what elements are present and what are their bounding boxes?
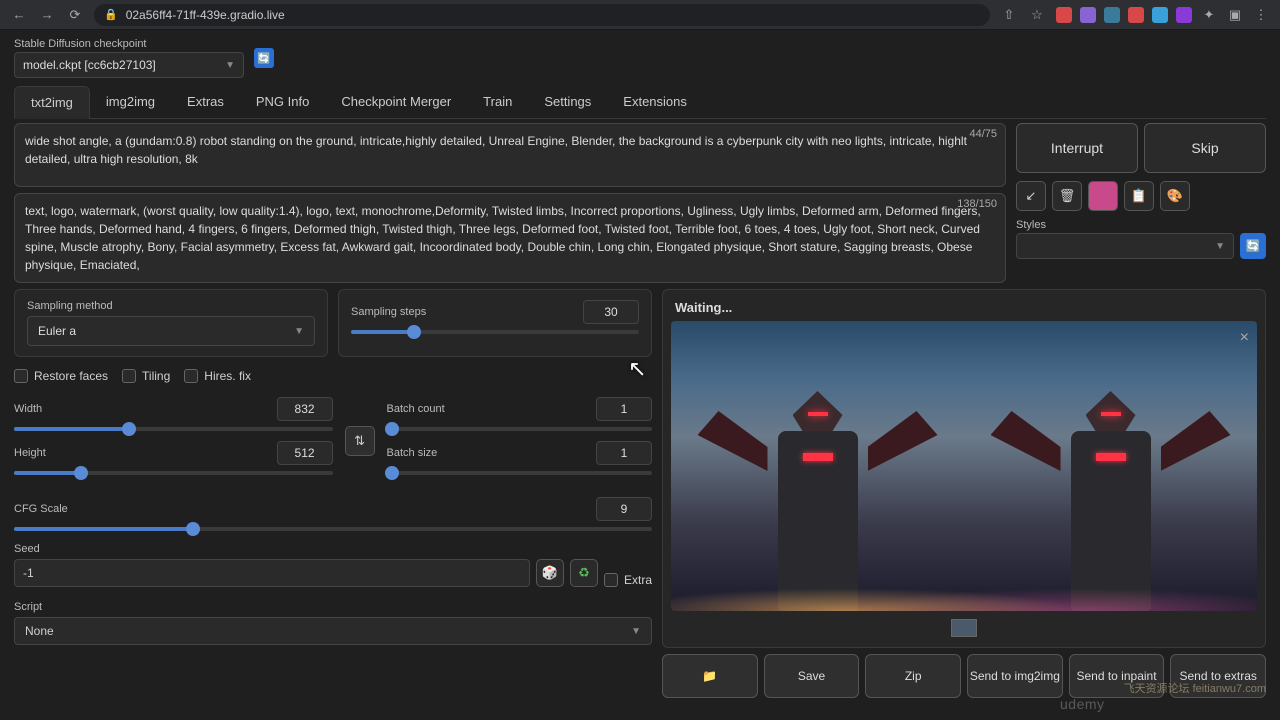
tab-extras[interactable]: Extras [171,86,240,118]
browser-chrome: ← → ⟳ 🔒 02a56ff4-71ff-439e.gradio.live ⇧… [0,0,1280,30]
tab-checkpoint-merger[interactable]: Checkpoint Merger [325,86,467,118]
back-button[interactable]: ← [10,6,28,24]
batch-count-slider[interactable] [387,427,652,431]
pink-icon-button[interactable] [1088,181,1118,211]
prompt-counter: 44/75 [969,128,997,140]
zip-button[interactable]: Zip [865,654,961,698]
reload-checkpoint-button[interactable]: 🔄 [254,48,274,68]
script-label: Script [14,601,652,613]
tab-extensions[interactable]: Extensions [607,86,703,118]
palette-icon-button[interactable]: 🎨 [1160,181,1190,211]
url-text: 02a56ff4-71ff-439e.gradio.live [126,8,285,22]
ext-icon[interactable] [1056,7,1072,23]
main-tabs: txt2img img2img Extras PNG Info Checkpoi… [14,86,1266,119]
interrupt-button[interactable]: Interrupt [1016,123,1138,173]
script-select[interactable]: None ▼ [14,617,652,645]
tab-img2img[interactable]: img2img [90,86,171,118]
tab-settings[interactable]: Settings [528,86,607,118]
star-icon[interactable]: ☆ [1028,6,1046,24]
width-slider[interactable] [14,427,333,431]
batch-count-value[interactable]: 1 [596,397,652,421]
sampling-method-select[interactable]: Euler a ▼ [27,316,315,346]
width-value[interactable]: 832 [277,397,333,421]
cfg-value[interactable]: 9 [596,497,652,521]
chevron-down-icon: ▼ [294,326,304,337]
batch-size-slider[interactable] [387,471,652,475]
share-icon[interactable]: ⇧ [1000,6,1018,24]
styles-label: Styles [1016,219,1234,231]
output-panel: Waiting... × [662,289,1266,648]
negative-text: text, logo, watermark, (worst quality, l… [25,202,995,274]
send-to-img2img-button[interactable]: Send to img2img [967,654,1063,698]
output-status: Waiting... [671,298,1257,321]
tab-txt2img[interactable]: txt2img [14,86,90,119]
seed-input[interactable]: -1 [14,559,530,587]
sampling-steps-label: Sampling steps [351,306,426,318]
checkpoint-select[interactable]: model.ckpt [cc6cb27103] ▼ [14,52,244,78]
sampling-steps-value[interactable]: 30 [583,300,639,324]
clipboard-icon-button[interactable]: 📋 [1124,181,1154,211]
close-icon[interactable]: × [1240,329,1249,347]
checkpoint-row: Stable Diffusion checkpoint model.ckpt [… [14,38,1266,78]
seed-extra-checkbox[interactable]: Extra [604,573,652,587]
cfg-slider[interactable] [14,527,652,531]
cfg-label: CFG Scale [14,503,68,515]
styles-refresh-button[interactable]: 🔄 [1240,233,1266,259]
menu-icon[interactable]: ⋮ [1252,6,1270,24]
ext-icon[interactable] [1152,7,1168,23]
lock-icon: 🔒 [104,8,118,21]
skip-button[interactable]: Skip [1144,123,1266,173]
chevron-down-icon: ▼ [1215,241,1225,252]
output-thumbnails [671,611,1257,639]
panel-icon[interactable]: ▣ [1226,6,1244,24]
styles-select[interactable]: ▼ [1016,233,1234,259]
hires-fix-checkbox[interactable]: Hires. fix [184,369,251,383]
checkpoint-label: Stable Diffusion checkpoint [14,38,244,50]
trash-icon-button[interactable]: 🗑 [1052,181,1082,211]
tiling-checkbox[interactable]: Tiling [122,369,170,383]
sampling-method-label: Sampling method [27,300,315,312]
ext-icon[interactable] [1104,7,1120,23]
sampling-steps-slider[interactable] [351,330,639,334]
tab-pnginfo[interactable]: PNG Info [240,86,325,118]
height-slider[interactable] [14,471,333,475]
ext-icon[interactable] [1080,7,1096,23]
batch-size-value[interactable]: 1 [596,441,652,465]
save-button[interactable]: Save [764,654,860,698]
thumbnail[interactable] [951,619,977,637]
watermark-udemy: udemy [1060,696,1105,712]
seed-label: Seed [14,543,530,555]
restore-faces-checkbox[interactable]: Restore faces [14,369,108,383]
prompt-textarea[interactable]: 44/75 wide shot angle, a (gundam:0.8) ro… [14,123,1006,187]
extension-icons: ✦ ▣ ⋮ [1056,6,1270,24]
batch-count-label: Batch count [387,403,445,415]
output-image[interactable]: × [671,321,1257,611]
forward-button[interactable]: → [38,6,56,24]
prompt-text: wide shot angle, a (gundam:0.8) robot st… [25,132,995,178]
width-label: Width [14,403,42,415]
url-bar[interactable]: 🔒 02a56ff4-71ff-439e.gradio.live [94,4,990,26]
negative-prompt-textarea[interactable]: 138/150 text, logo, watermark, (worst qu… [14,193,1006,283]
height-value[interactable]: 512 [277,441,333,465]
negative-counter: 138/150 [957,198,997,210]
chevron-down-icon: ▼ [631,626,641,637]
open-folder-button[interactable]: 📁 [662,654,758,698]
watermark-right: 飞天资源论坛 feitianwu7.com [1124,680,1266,696]
arrow-icon-button[interactable]: ↙ [1016,181,1046,211]
tab-train[interactable]: Train [467,86,528,118]
ext-icon[interactable] [1176,7,1192,23]
chevron-down-icon: ▼ [225,60,235,71]
batch-size-label: Batch size [387,447,438,459]
seed-random-button[interactable]: 🎲 [536,559,564,587]
height-label: Height [14,447,46,459]
seed-reuse-button[interactable]: ♻ [570,559,598,587]
swap-dimensions-button[interactable]: ⇅ [345,426,375,456]
reload-button[interactable]: ⟳ [66,6,84,24]
ext-icon[interactable] [1128,7,1144,23]
puzzle-icon[interactable]: ✦ [1200,6,1218,24]
